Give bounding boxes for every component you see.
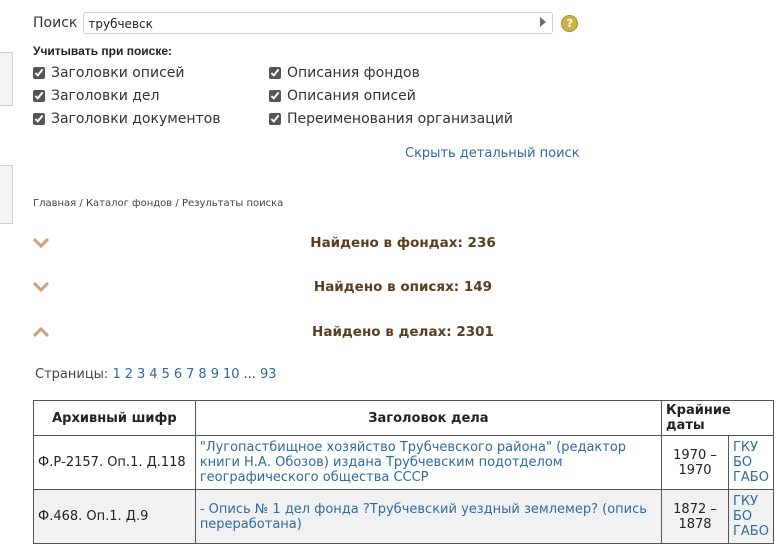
- section-funds-title: Найдено в фондах: 236: [310, 235, 496, 251]
- page-link[interactable]: 5: [162, 367, 170, 382]
- option-case-titles[interactable]: Заголовки дел: [33, 88, 160, 104]
- search-row: Поиск ?: [33, 11, 579, 35]
- cell-dates: 1872 – 1878: [661, 489, 729, 544]
- cell-code: Ф.Р-2157. Оп.1. Д.118: [33, 435, 196, 490]
- cell-title: "Лугопастбищное хозяйство Трубчевского р…: [194, 435, 663, 490]
- page-link[interactable]: 7: [186, 367, 194, 382]
- pagination-ellipsis: ...: [243, 367, 256, 382]
- cell-archive: ГКУ БО ГАБО: [727, 489, 775, 544]
- cell-archive: ГКУ БО ГАБО: [727, 435, 775, 490]
- table-header-row: Архивный шифр Заголовок дела Крайние дат…: [33, 400, 774, 436]
- chevron-down-icon[interactable]: [33, 282, 49, 292]
- checkbox-fund-descriptions[interactable]: [269, 67, 281, 79]
- cell-code: Ф.468. Оп.1. Д.9: [33, 489, 196, 544]
- pagination-label: Страницы:: [35, 367, 109, 382]
- section-cases-title: Найдено в делах: 2301: [312, 324, 494, 340]
- page-link[interactable]: 9: [211, 367, 219, 382]
- chevron-up-icon[interactable]: [33, 327, 49, 337]
- option-inventory-titles[interactable]: Заголовки описей: [33, 65, 184, 81]
- option-label: Описания описей: [287, 88, 416, 104]
- left-edge-panel-1: [0, 52, 13, 106]
- chevron-down-icon[interactable]: [33, 238, 49, 248]
- page-link[interactable]: 10: [223, 367, 240, 382]
- column-header-title[interactable]: Заголовок дела: [194, 400, 663, 436]
- results-table: Архивный шифр Заголовок дела Крайние дат…: [33, 400, 775, 544]
- search-input[interactable]: [84, 14, 533, 34]
- search-options-title: Учитывать при поиске:: [33, 44, 173, 58]
- breadcrumb-separator: /: [76, 198, 86, 209]
- cell-dates: 1970 – 1970: [661, 435, 729, 490]
- breadcrumb-separator: /: [172, 198, 182, 209]
- checkbox-inventory-titles[interactable]: [33, 67, 45, 79]
- case-title-link[interactable]: "Лугопастбищное хозяйство Трубчевского р…: [200, 440, 626, 485]
- search-label: Поиск: [33, 15, 78, 31]
- option-label: Описания фондов: [287, 65, 420, 81]
- breadcrumb: Главная / Каталог фондов / Результаты по…: [33, 198, 283, 209]
- page-link[interactable]: 2: [125, 367, 133, 382]
- section-cases[interactable]: Найдено в делах: 2301: [33, 321, 773, 343]
- option-label: Заголовки документов: [51, 111, 221, 127]
- pagination: Страницы: 1 2 3 4 5 6 7 8 9 10... 93: [35, 367, 280, 382]
- table-row: Ф.Р-2157. Оп.1. Д.118 "Лугопастбищное хо…: [33, 435, 775, 490]
- left-edge-panel-2: [0, 165, 13, 224]
- archive-link[interactable]: ГКУ БО ГАБО: [733, 494, 769, 539]
- page-link-last[interactable]: 93: [260, 367, 277, 382]
- option-label: Заголовки описей: [51, 65, 185, 81]
- checkbox-org-renamings[interactable]: [269, 113, 281, 125]
- hide-detailed-search-link[interactable]: Скрыть детальный поиск: [405, 146, 580, 161]
- breadcrumb-home[interactable]: Главная: [33, 198, 76, 209]
- search-box: [83, 12, 554, 34]
- section-inventories[interactable]: Найдено в описях: 149: [33, 276, 773, 298]
- page-link[interactable]: 8: [198, 367, 206, 382]
- option-fund-descriptions[interactable]: Описания фондов: [269, 65, 420, 81]
- archive-link[interactable]: ГКУ БО ГАБО: [733, 440, 769, 485]
- section-inventories-title: Найдено в описях: 149: [313, 279, 493, 295]
- column-header-dates[interactable]: Крайние даты: [661, 400, 774, 436]
- option-label: Переименования организаций: [287, 111, 513, 127]
- section-funds[interactable]: Найдено в фондах: 236: [33, 232, 773, 254]
- checkbox-case-titles[interactable]: [33, 90, 45, 102]
- page-link[interactable]: 6: [174, 367, 182, 382]
- option-label: Заголовки дел: [51, 88, 160, 104]
- page-link[interactable]: 3: [137, 367, 145, 382]
- checkbox-document-titles[interactable]: [33, 113, 45, 125]
- search-submit-arrow-icon[interactable]: [540, 17, 547, 27]
- help-icon[interactable]: ?: [561, 14, 579, 32]
- column-header-code[interactable]: Архивный шифр: [33, 400, 196, 436]
- breadcrumb-catalog[interactable]: Каталог фондов: [86, 198, 172, 209]
- option-inventory-descriptions[interactable]: Описания описей: [269, 88, 416, 104]
- cell-title: - Опись № 1 дел фонда ?Трубчевский уездн…: [194, 489, 663, 544]
- page-link[interactable]: 1: [112, 367, 120, 382]
- case-title-link[interactable]: - Опись № 1 дел фонда ?Трубчевский уездн…: [200, 502, 647, 532]
- option-document-titles[interactable]: Заголовки документов: [33, 111, 221, 127]
- table-row: Ф.468. Оп.1. Д.9 - Опись № 1 дел фонда ?…: [33, 489, 775, 544]
- page-link[interactable]: 4: [149, 367, 157, 382]
- breadcrumb-current: Результаты поиска: [181, 198, 284, 209]
- option-org-renamings[interactable]: Переименования организаций: [269, 111, 513, 127]
- checkbox-inventory-descriptions[interactable]: [269, 90, 281, 102]
